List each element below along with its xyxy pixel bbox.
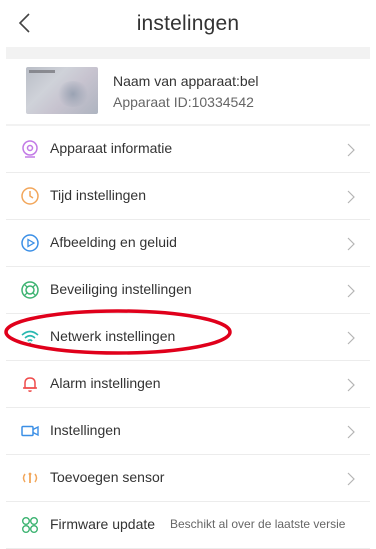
chevron-right-icon bbox=[347, 284, 355, 298]
play-circle-icon bbox=[21, 234, 39, 252]
chevron-right-icon bbox=[347, 143, 355, 157]
camera-icon bbox=[22, 140, 38, 158]
lifebuoy-icon bbox=[21, 281, 39, 299]
chevron-right-icon bbox=[347, 425, 355, 439]
menu-item-alarm[interactable]: Alarm instellingen bbox=[6, 361, 370, 408]
device-thumbnail bbox=[26, 67, 98, 114]
chevron-right-icon bbox=[347, 472, 355, 486]
clock-icon bbox=[21, 187, 39, 205]
menu-item-label: Tijd instellingen bbox=[50, 187, 146, 203]
menu-item-label: Alarm instellingen bbox=[50, 375, 161, 391]
chevron-right-icon bbox=[347, 331, 355, 345]
page-title: instelingen bbox=[136, 12, 240, 35]
menu-item-device-info[interactable]: Apparaat informatie bbox=[6, 126, 370, 173]
thumbnail-image bbox=[56, 81, 90, 107]
signal-sensor-icon bbox=[22, 472, 38, 483]
menu-item-network[interactable]: Netwerk instellingen bbox=[6, 314, 370, 361]
menu-item-label: Beveiliging instellingen bbox=[50, 281, 192, 297]
thumbnail-timestamp bbox=[29, 70, 55, 73]
menu-item-label: Afbeelding en geluid bbox=[50, 234, 177, 250]
device-name: Naam van apparaat:bel bbox=[113, 73, 259, 89]
chevron-right-icon bbox=[347, 190, 355, 204]
chevron-right-icon bbox=[347, 237, 355, 251]
menu-item-add-sensor[interactable]: Toevoegen sensor bbox=[6, 455, 370, 502]
menu-item-label: Firmware update bbox=[50, 516, 156, 532]
device-id: Apparaat ID:10334542 bbox=[113, 94, 254, 110]
chevron-right-icon bbox=[347, 378, 355, 392]
firmware-icon bbox=[22, 517, 38, 533]
menu-item-label: Netwerk instellingen bbox=[50, 328, 176, 344]
top-bar: instelingen bbox=[0, 0, 376, 47]
wifi-icon bbox=[21, 330, 39, 345]
settings-menu: Apparaat informatie Tijd instellingen Af… bbox=[6, 126, 370, 549]
menu-item-firmware-update[interactable]: Firmware update Beschikt al over de laat… bbox=[6, 502, 370, 549]
menu-item-label: Apparaat informatie bbox=[50, 140, 173, 156]
menu-item-security[interactable]: Beveiliging instellingen bbox=[6, 267, 370, 314]
menu-item-label: Toevoegen sensor bbox=[50, 469, 165, 485]
video-camera-icon bbox=[21, 425, 39, 437]
menu-item-settings[interactable]: Instellingen bbox=[6, 408, 370, 455]
section-divider bbox=[6, 47, 370, 59]
firmware-status: Beschikt al over de laatste versie bbox=[170, 517, 346, 531]
bell-icon bbox=[23, 377, 37, 392]
menu-item-time[interactable]: Tijd instellingen bbox=[6, 173, 370, 220]
menu-item-label: Instellingen bbox=[50, 422, 121, 438]
menu-item-image-sound[interactable]: Afbeelding en geluid bbox=[6, 220, 370, 267]
device-card: Naam van apparaat:bel Apparaat ID:103345… bbox=[6, 59, 370, 124]
